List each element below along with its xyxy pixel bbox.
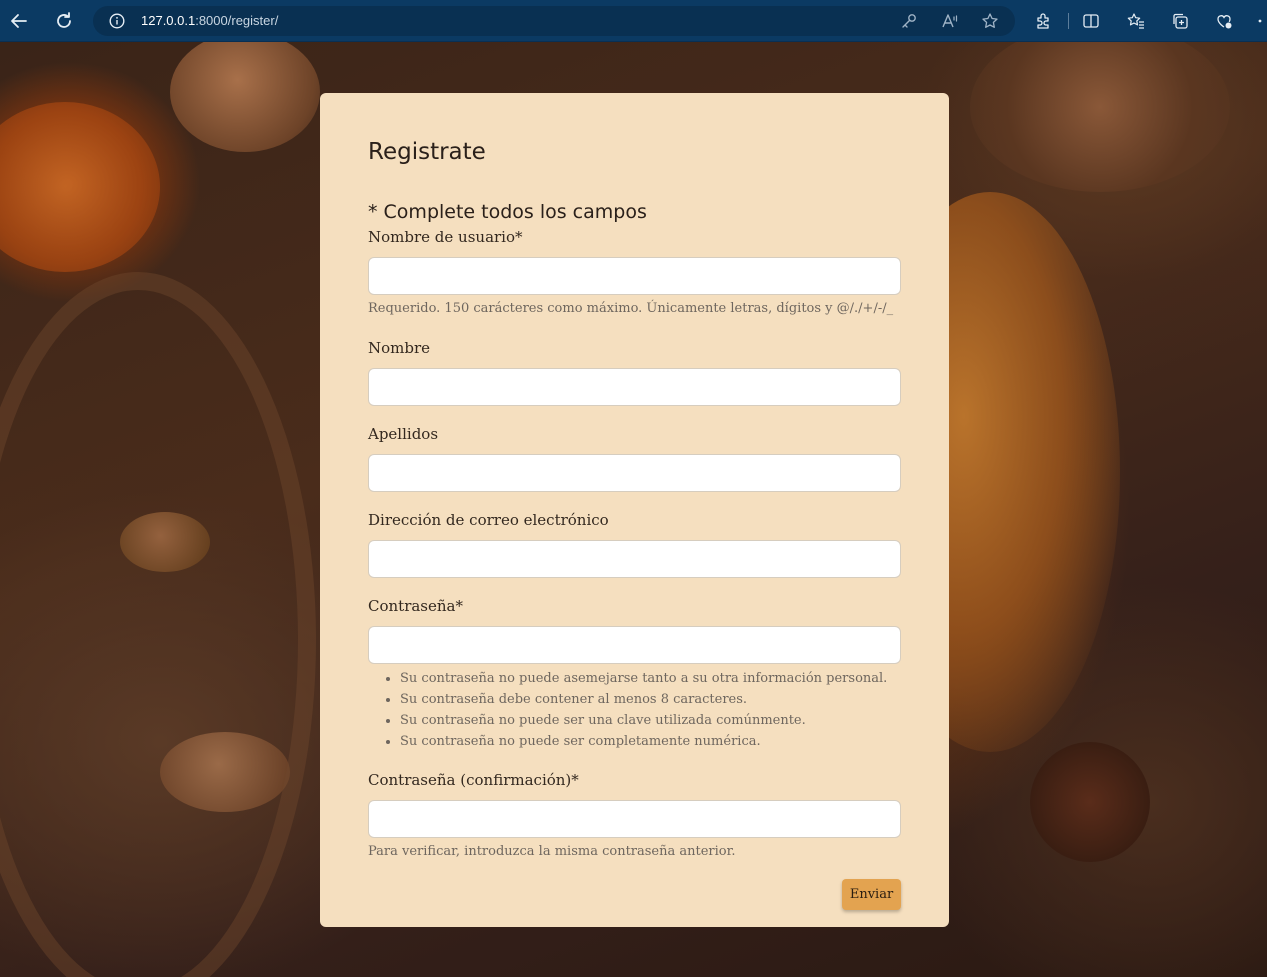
toolbar-divider [1068, 13, 1069, 29]
submit-button[interactable]: Enviar [842, 879, 901, 910]
email-label: Dirección de correo electrónico [368, 511, 609, 529]
form-subtitle: * Complete todos los campos [368, 201, 647, 223]
key-icon[interactable] [899, 11, 919, 31]
browser-toolbar: 127.0.0.1:8000/register/ [0, 0, 1267, 42]
copilot-icon[interactable] [1213, 10, 1235, 32]
last-name-input[interactable] [368, 454, 901, 492]
address-bar[interactable]: 127.0.0.1:8000/register/ [93, 6, 1015, 36]
username-help-text: Requerido. 150 carácteres como máximo. Ú… [368, 301, 894, 316]
register-form: Registrate * Complete todos los campos N… [320, 93, 949, 927]
email-input[interactable] [368, 540, 901, 578]
collections-icon[interactable] [1169, 10, 1191, 32]
first-name-label: Nombre [368, 339, 431, 357]
first-name-input[interactable] [368, 368, 901, 406]
password-confirm-input[interactable] [368, 800, 901, 838]
more-menu-icon[interactable] [1252, 10, 1267, 32]
url-text[interactable]: 127.0.0.1:8000/register/ [141, 13, 278, 28]
password-confirm-help-text: Para verificar, introduzca la misma cont… [368, 844, 736, 859]
back-icon[interactable] [6, 8, 32, 34]
password-label: Contraseña* [368, 597, 463, 615]
favorites-icon[interactable] [1125, 10, 1147, 32]
read-aloud-icon[interactable] [940, 11, 960, 31]
username-label: Nombre de usuario* [368, 228, 523, 246]
password-input[interactable] [368, 626, 901, 664]
refresh-icon[interactable] [51, 8, 77, 34]
password-rule: Su contraseña no puede ser una clave uti… [400, 710, 887, 731]
extensions-icon[interactable] [1032, 10, 1054, 32]
cinnamon-bowl [970, 42, 1230, 192]
password-rule: Su contraseña no puede asemejarse tanto … [400, 668, 887, 689]
password-rules-list: Su contraseña no puede asemejarse tanto … [368, 668, 887, 752]
star-anise [1030, 742, 1150, 862]
username-input[interactable] [368, 257, 901, 295]
password-confirm-label: Contraseña (confirmación)* [368, 771, 579, 789]
plate-rim [0, 272, 316, 977]
site-info-icon[interactable] [109, 13, 125, 29]
password-rule: Su contraseña debe contener al menos 8 c… [400, 689, 887, 710]
form-title: Registrate [368, 139, 486, 165]
favorite-star-icon[interactable] [980, 11, 1000, 31]
last-name-label: Apellidos [368, 425, 439, 443]
egg [170, 42, 320, 152]
split-screen-icon[interactable] [1080, 10, 1102, 32]
password-rule: Su contraseña no puede ser completamente… [400, 731, 887, 752]
orange-slice [0, 102, 160, 272]
url-path: :8000/register/ [195, 13, 279, 28]
url-host: 127.0.0.1 [141, 13, 196, 28]
